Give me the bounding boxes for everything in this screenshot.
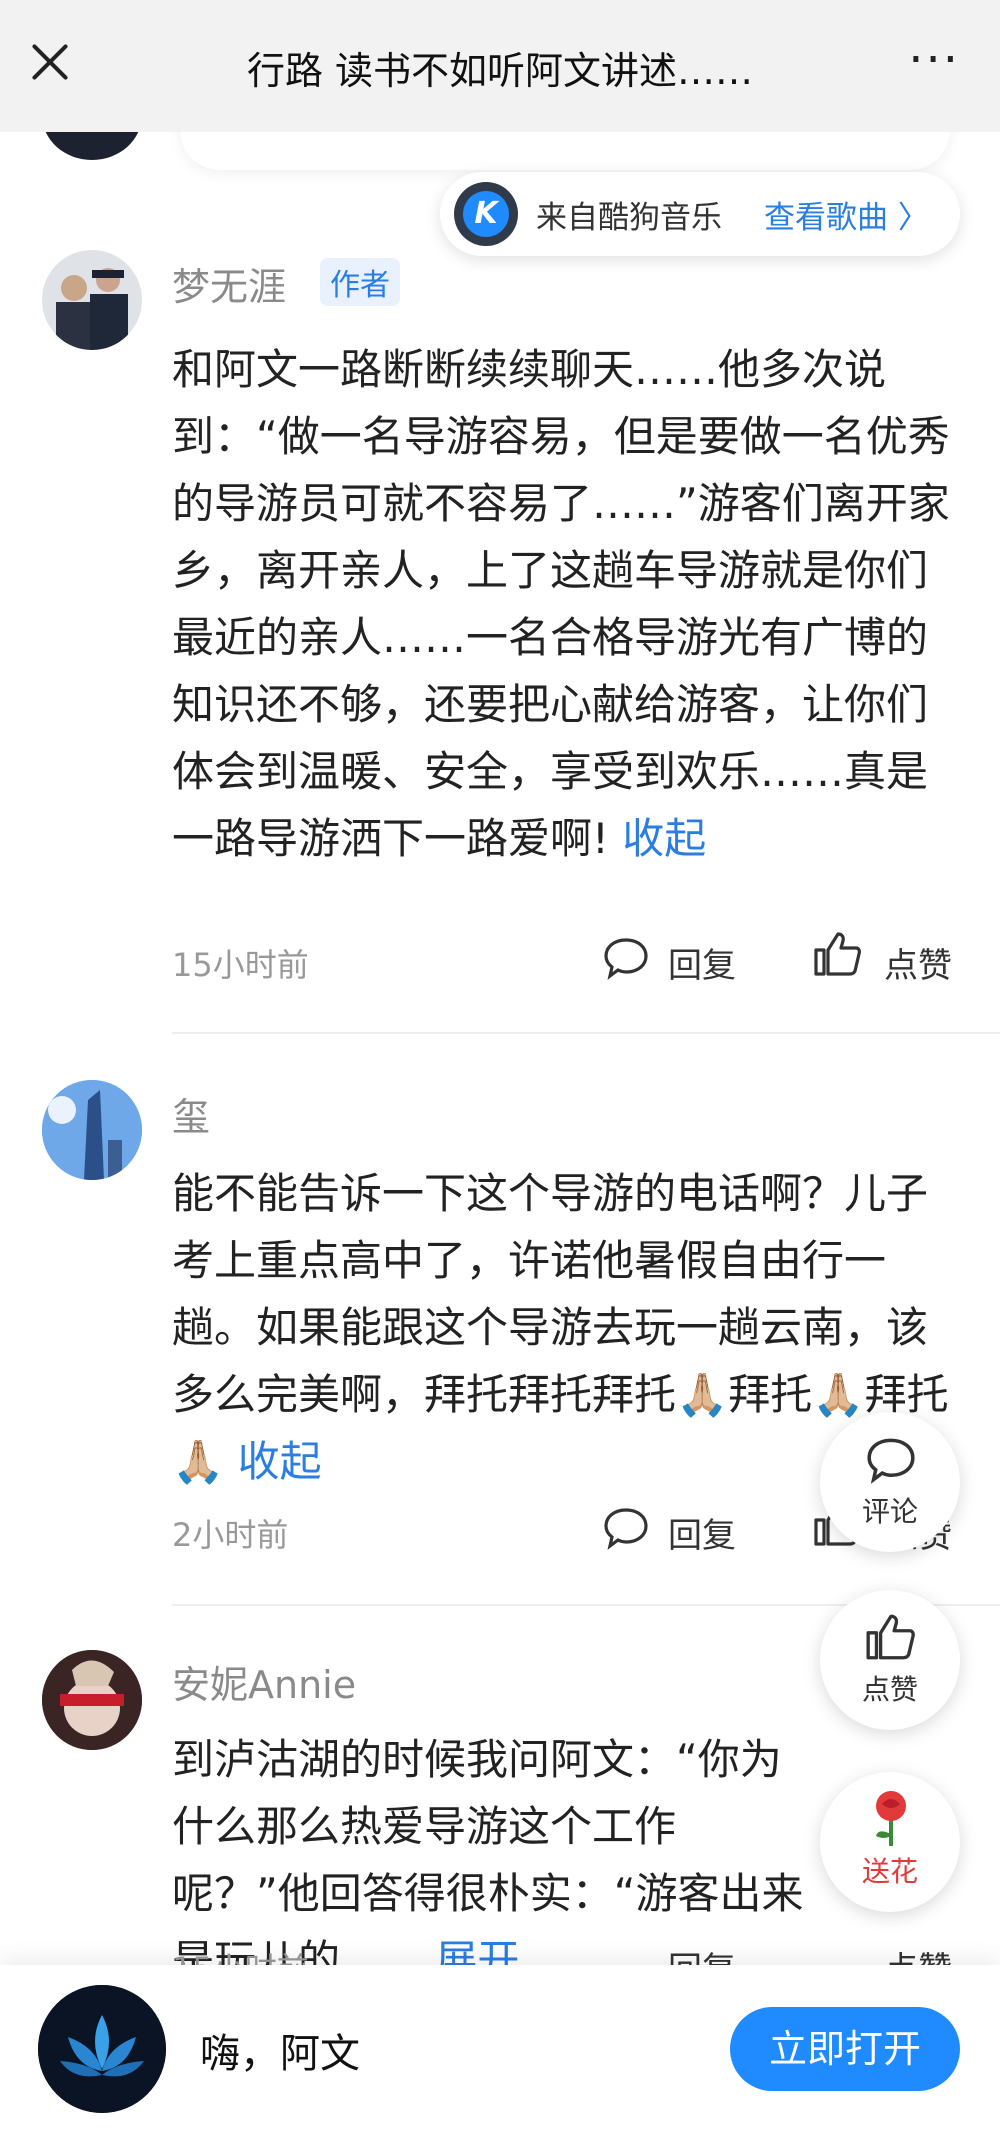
comment-time: 2小时前 [172, 1516, 289, 1554]
comment-icon [867, 1438, 915, 1484]
avatar[interactable] [42, 1650, 142, 1750]
collapse-link[interactable]: 收起 [238, 1437, 322, 1486]
comment-author[interactable]: 梦无涯 [172, 256, 286, 311]
reply-icon[interactable] [602, 1506, 650, 1550]
floating-like-button[interactable]: 点赞 [820, 1590, 960, 1730]
comment-author[interactable]: 安妮Annie [172, 1654, 356, 1709]
avatar[interactable] [42, 1080, 142, 1180]
more-options-icon[interactable]: ··· [908, 36, 960, 84]
kugou-logo-icon: K [454, 182, 518, 246]
floating-flower-label: 送花 [861, 1855, 918, 1888]
comment-author[interactable]: 玺 [172, 1086, 210, 1141]
floating-comment-button[interactable]: 评论 [820, 1412, 960, 1552]
view-song-link[interactable]: 查看歌曲 〉 [764, 192, 929, 237]
app-avatar[interactable] [38, 1985, 166, 2113]
page-title: 行路 读书不如听阿文讲述…… [246, 49, 754, 93]
music-source-pill[interactable]: K 来自酷狗音乐 查看歌曲 〉 [440, 172, 960, 256]
author-badge: 作者 [320, 258, 400, 306]
collapse-link[interactable]: 收起 [622, 814, 706, 863]
divider [172, 1032, 1000, 1034]
reply-icon[interactable] [602, 936, 650, 980]
thumbs-up-icon [866, 1614, 915, 1660]
reply-button[interactable]: 回复 [668, 1508, 736, 1557]
top-bar: 行路 读书不如听阿文讲述…… ··· [0, 0, 1000, 132]
greeting-text: 嗨，阿文 [200, 2031, 360, 2077]
avatar[interactable] [42, 250, 142, 350]
music-source-label: 来自酷狗音乐 [536, 200, 722, 236]
bottom-bar: 嗨，阿文 立即打开 [0, 1965, 1000, 2129]
comment-text: 和阿文一路断断续续聊天……他多次说到：“做一名导游容易，但是要做一名优秀的导游员… [172, 345, 950, 863]
rose-icon [876, 1791, 906, 1846]
open-app-button[interactable]: 立即打开 [730, 2007, 960, 2091]
reply-button[interactable]: 回复 [668, 938, 736, 987]
comment-time: 15小时前 [172, 946, 309, 984]
floating-flower-button[interactable]: 送花 [820, 1772, 960, 1912]
close-icon[interactable] [30, 42, 70, 82]
floating-like-label: 点赞 [861, 1673, 918, 1706]
like-button[interactable]: 点赞 [884, 938, 952, 987]
thumbs-up-icon[interactable] [812, 928, 864, 980]
floating-comment-label: 评论 [861, 1495, 918, 1528]
